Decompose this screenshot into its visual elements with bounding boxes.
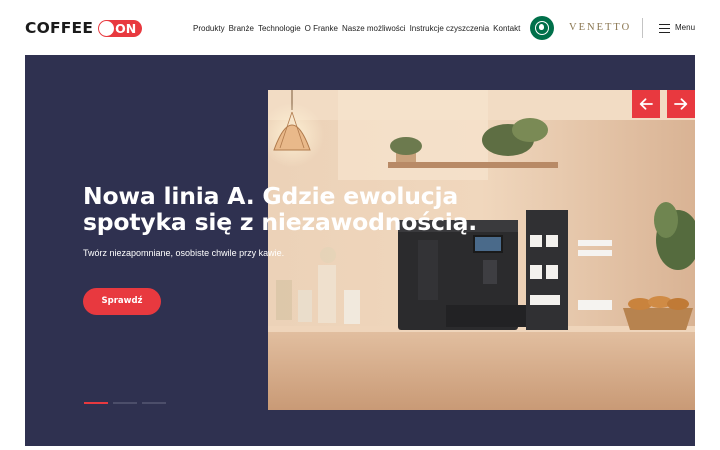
sprawdz-button[interactable]: Sprawdź bbox=[83, 288, 161, 315]
site-header: COFFEE ON Produkty Branże Technologie O … bbox=[0, 0, 720, 56]
nav-item-instrukcje-czyszczenia[interactable]: Instrukcje czyszczenia bbox=[410, 22, 490, 36]
slider-pagination bbox=[84, 402, 166, 404]
starbucks-siren-icon bbox=[535, 21, 549, 35]
slider-next-button[interactable] bbox=[667, 90, 695, 118]
hero-subtitle: Twórz niezapomniane, osobiste chwile prz… bbox=[83, 248, 285, 258]
nav-item-branze[interactable]: Branże bbox=[229, 22, 254, 36]
hero-slider: Nowa linia A. Gdzie ewolucja spotyka się… bbox=[25, 55, 695, 446]
nav-item-o-franke[interactable]: O Franke bbox=[305, 22, 338, 36]
coffee-on-logo[interactable]: COFFEE ON bbox=[25, 18, 143, 38]
hero-image-coffee-machine bbox=[268, 90, 695, 410]
nav-item-technologie[interactable]: Technologie bbox=[258, 22, 301, 36]
slider-prev-button[interactable] bbox=[632, 90, 660, 118]
logo-switch-knob bbox=[99, 20, 115, 36]
hero-heading: Nowa linia A. Gdzie ewolucja spotyka się… bbox=[83, 182, 477, 236]
menu-button[interactable]: Menu bbox=[659, 21, 695, 35]
main-nav: Produkty Branże Technologie O Franke Nas… bbox=[193, 22, 520, 36]
venetto-logo[interactable]: VENETTO bbox=[569, 20, 631, 36]
logo-switch-text: ON bbox=[115, 20, 137, 36]
slider-dot-2[interactable] bbox=[113, 402, 137, 404]
menu-label: Menu bbox=[675, 23, 696, 32]
slider-dot-1[interactable] bbox=[84, 402, 108, 404]
arrow-right-icon bbox=[674, 98, 688, 110]
header-divider bbox=[642, 18, 643, 38]
nav-item-kontakt[interactable]: Kontakt bbox=[493, 22, 520, 36]
nav-item-nasze-mozliwosci[interactable]: Nasze możliwości bbox=[342, 22, 406, 36]
nav-item-produkty[interactable]: Produkty bbox=[193, 22, 225, 36]
arrow-left-icon bbox=[639, 98, 653, 110]
logo-switch: ON bbox=[98, 19, 143, 37]
starbucks-logo[interactable] bbox=[530, 16, 554, 40]
slider-dot-3[interactable] bbox=[142, 402, 166, 404]
logo-text: COFFEE bbox=[25, 19, 94, 37]
hamburger-icon bbox=[659, 23, 670, 33]
